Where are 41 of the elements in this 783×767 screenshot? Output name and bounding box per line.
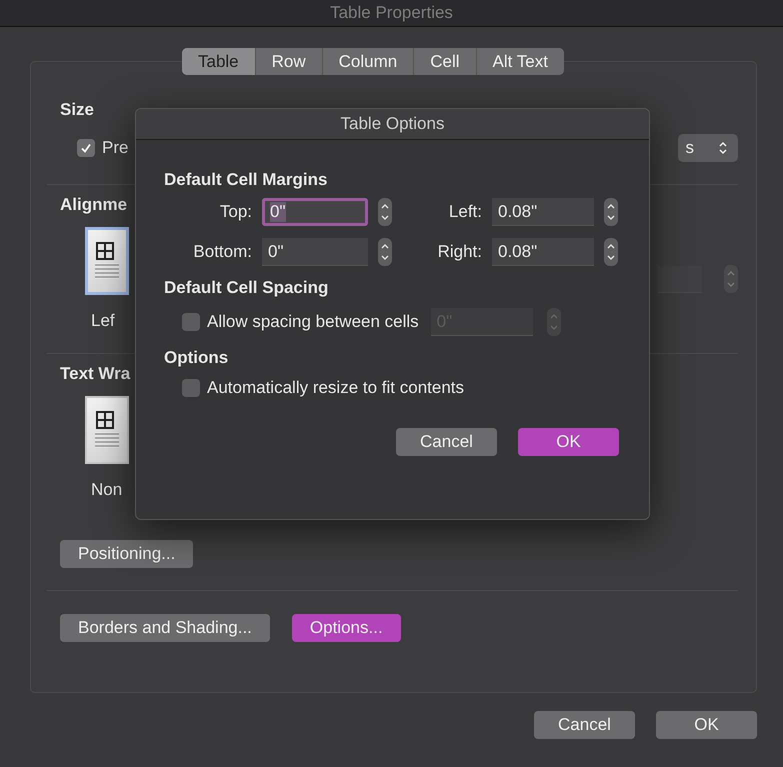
- input-field[interactable]: 0.08": [492, 198, 594, 226]
- alignment-option[interactable]: [85, 227, 129, 295]
- input-field[interactable]: 0": [262, 198, 368, 226]
- input-field[interactable]: 0": [262, 238, 368, 266]
- section-heading: Default Cell Spacing: [164, 278, 330, 298]
- dialog-title: Table Options: [136, 109, 649, 140]
- options-button[interactable]: Options...: [292, 614, 401, 642]
- input-field[interactable]: [658, 266, 702, 292]
- option-label: Non: [91, 480, 124, 500]
- wrapping-option[interactable]: [85, 396, 129, 464]
- section-heading: Size: [60, 100, 94, 120]
- ok-button[interactable]: OK: [518, 428, 619, 456]
- option-label: Lef: [91, 311, 116, 331]
- checkbox-label: Automatically resize to fit contents: [207, 378, 464, 398]
- stepper-icon[interactable]: [378, 198, 392, 226]
- tab[interactable]: Table: [182, 48, 256, 75]
- checkbox-label: Allow spacing between cells: [207, 312, 419, 332]
- field-label: Left:: [448, 202, 482, 222]
- positioning-button[interactable]: Positioning...: [60, 540, 194, 568]
- checkbox[interactable]: [77, 139, 95, 157]
- section-heading: Alignme: [60, 195, 128, 215]
- stepper-icon[interactable]: [604, 198, 618, 226]
- checkbox[interactable]: [182, 379, 200, 397]
- unit-dropdown[interactable]: s: [678, 134, 738, 162]
- window-title: Table Properties: [330, 3, 453, 23]
- stepper-icon[interactable]: [604, 238, 618, 266]
- section-heading: Options: [164, 348, 230, 368]
- field-label: Right:: [436, 242, 482, 262]
- chevron-updown-icon: [718, 141, 728, 155]
- section-heading: Default Cell Margins: [164, 170, 328, 190]
- field-label: Top:: [218, 202, 252, 222]
- section-heading: Text Wra: [60, 364, 130, 384]
- checkbox-label: Pre: [102, 138, 128, 158]
- cancel-button[interactable]: Cancel: [396, 428, 497, 456]
- cancel-button[interactable]: Cancel: [534, 711, 635, 739]
- ok-button[interactable]: OK: [656, 711, 757, 739]
- checkmark-icon: [80, 142, 92, 154]
- field-label: Bottom:: [192, 242, 252, 262]
- borders-shading-button[interactable]: Borders and Shading...: [60, 614, 270, 642]
- input-field[interactable]: 0.08": [492, 238, 594, 266]
- stepper-icon[interactable]: [378, 238, 392, 266]
